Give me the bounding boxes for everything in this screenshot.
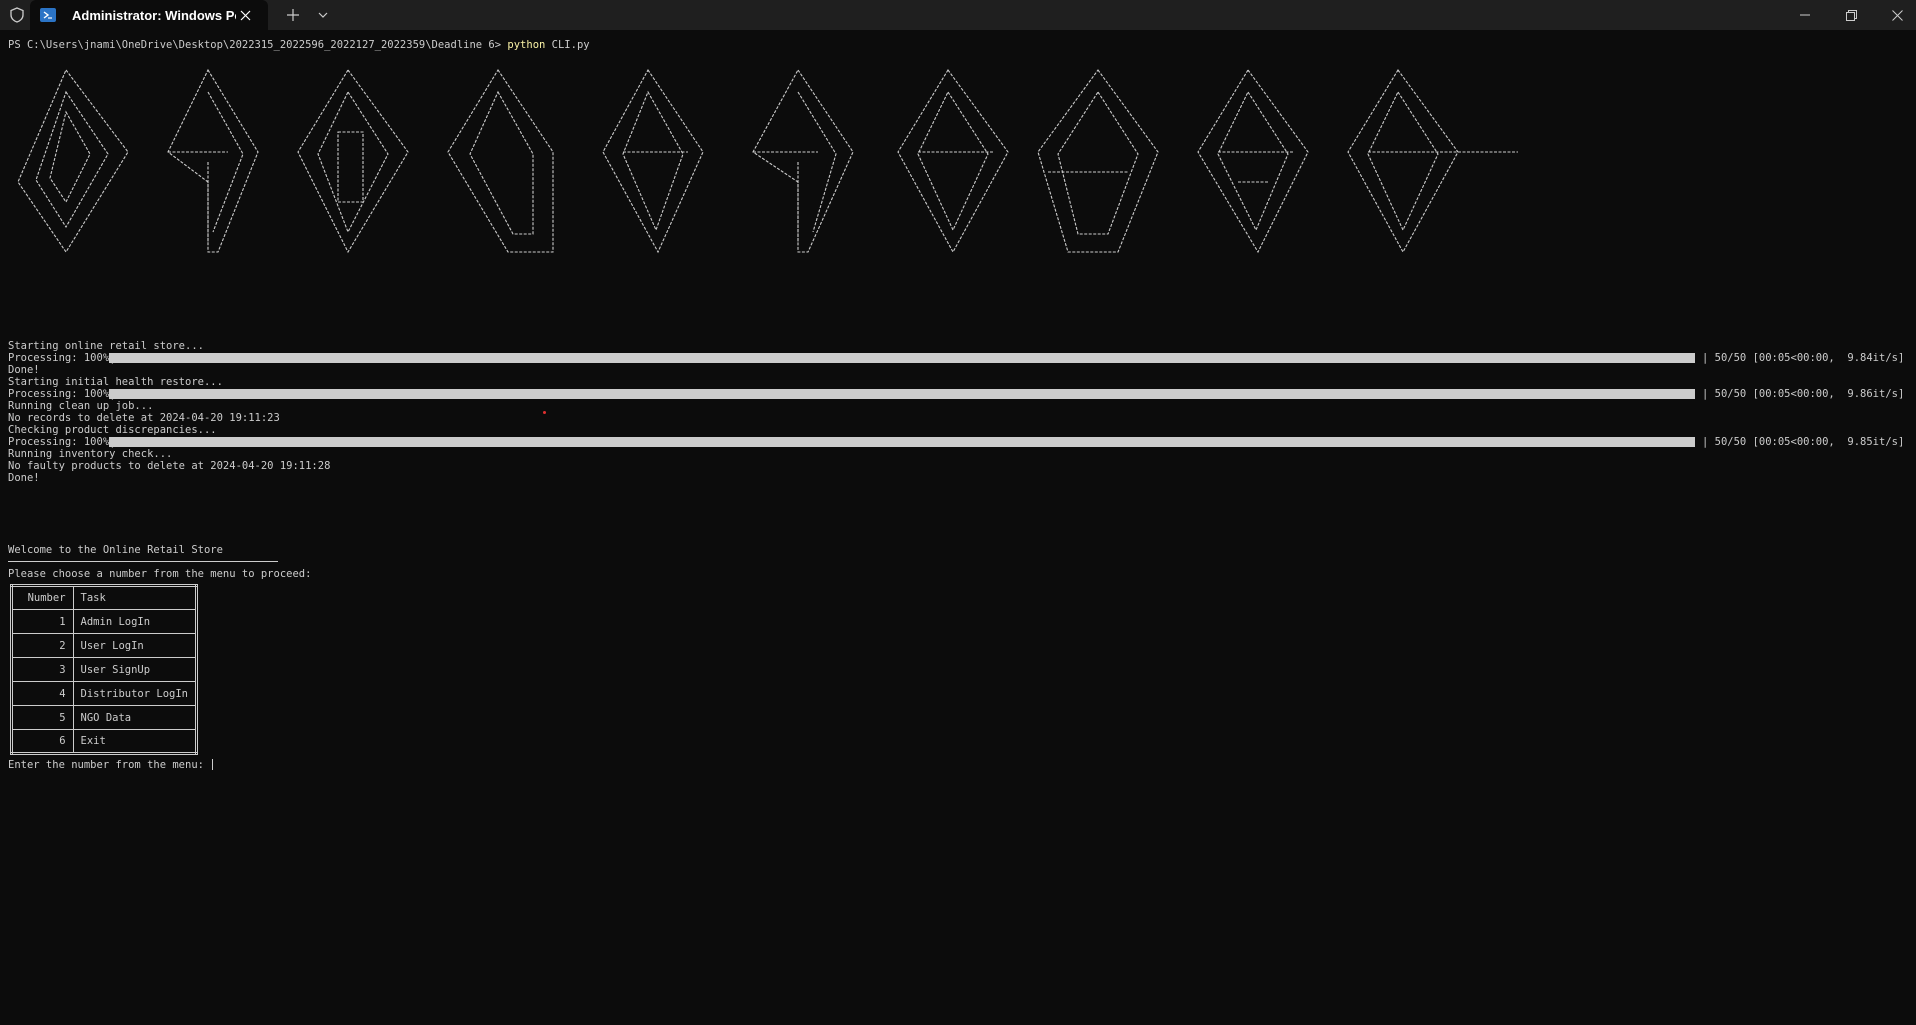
log-line: Starting initial health restore... bbox=[8, 376, 223, 388]
progress-stats: | 50/50 [00:05<00:00, 9.84it/s] bbox=[1702, 352, 1905, 364]
menu-number: 5 bbox=[11, 705, 74, 730]
separator-line bbox=[8, 561, 278, 562]
progress-bar: Processing: 100%| | 50/50 [00:05<00:00, … bbox=[8, 436, 1908, 448]
menu-table: Number Task 1 Admin LogIn 2 User LogIn 3… bbox=[10, 584, 198, 755]
log-line: Starting online retail store... bbox=[8, 340, 204, 352]
menu-number: 3 bbox=[11, 657, 74, 682]
close-window-button[interactable] bbox=[1874, 0, 1916, 30]
progress-fill bbox=[110, 437, 1694, 447]
restore-icon bbox=[1845, 9, 1857, 21]
instruction-text: Please choose a number from the menu to … bbox=[8, 568, 312, 580]
menu-task: Admin LogIn bbox=[72, 609, 198, 634]
log-line: Running inventory check... bbox=[8, 448, 173, 460]
menu-number: 6 bbox=[11, 729, 74, 754]
powershell-icon bbox=[40, 8, 56, 22]
log-line: No faulty products to delete at 2024-04-… bbox=[8, 460, 331, 472]
table-row: 6 Exit bbox=[11, 729, 198, 754]
welcome-text: Welcome to the Online Retail Store bbox=[8, 544, 223, 556]
progress-fill bbox=[110, 353, 1694, 363]
tab-dropdown-button[interactable] bbox=[314, 6, 332, 24]
progress-label: Processing: 100%| bbox=[8, 352, 116, 364]
command-arg: CLI.py bbox=[545, 39, 590, 51]
prompt-text: PS C:\Users\jnami\OneDrive\Desktop\20223… bbox=[8, 39, 508, 51]
menu-number: 4 bbox=[11, 681, 74, 706]
tab-powershell[interactable]: Administrator: Windows PowerShell bbox=[30, 0, 268, 30]
table-header-row: Number Task bbox=[11, 585, 198, 610]
progress-bar: Processing: 100%| | 50/50 [00:05<00:00, … bbox=[8, 388, 1908, 400]
title-bar: Administrator: Windows PowerShell bbox=[0, 0, 1916, 30]
menu-task: Distributor LogIn bbox=[72, 681, 198, 706]
progress-fill bbox=[110, 389, 1694, 399]
progress-track bbox=[109, 389, 1695, 399]
shield-icon bbox=[0, 0, 34, 30]
tab-title: Administrator: Windows PowerShell bbox=[72, 7, 236, 23]
log-line: Checking product discrepancies... bbox=[8, 424, 217, 436]
menu-task: User LogIn bbox=[72, 633, 198, 658]
column-header-number: Number bbox=[11, 585, 74, 610]
table-row: 1 Admin LogIn bbox=[11, 609, 198, 634]
progress-label: Processing: 100%| bbox=[8, 436, 116, 448]
table-row: 3 User SignUp bbox=[11, 657, 198, 682]
table-row: 2 User LogIn bbox=[11, 633, 198, 658]
plus-icon bbox=[287, 9, 299, 21]
close-icon bbox=[1891, 9, 1903, 21]
minimize-icon bbox=[1800, 14, 1810, 16]
chevron-down-icon bbox=[318, 12, 328, 18]
command-text: python bbox=[507, 39, 546, 51]
column-header-task: Task bbox=[72, 585, 198, 610]
progress-track bbox=[109, 353, 1695, 363]
red-marker-dot bbox=[543, 411, 546, 414]
progress-track bbox=[109, 437, 1695, 447]
menu-task: Exit bbox=[72, 729, 198, 754]
log-line: Done! bbox=[8, 364, 40, 376]
table-row: 4 Distributor LogIn bbox=[11, 681, 198, 706]
progress-stats: | 50/50 [00:05<00:00, 9.85it/s] bbox=[1702, 436, 1905, 448]
command-line: PS C:\Users\jnami\OneDrive\Desktop\20223… bbox=[8, 39, 590, 51]
minimize-button[interactable] bbox=[1782, 0, 1828, 30]
input-line[interactable]: Enter the number from the menu: bbox=[8, 759, 214, 771]
ascii-banner bbox=[17, 68, 1518, 254]
log-line: Done! bbox=[8, 472, 40, 484]
input-prompt: Enter the number from the menu: bbox=[8, 759, 211, 771]
progress-bar: Processing: 100%| | 50/50 [00:05<00:00, … bbox=[8, 352, 1908, 364]
menu-number: 1 bbox=[11, 609, 74, 634]
table-row: 5 NGO Data bbox=[11, 705, 198, 730]
menu-task: NGO Data bbox=[72, 705, 198, 730]
log-line: No records to delete at 2024-04-20 19:11… bbox=[8, 412, 280, 424]
log-line: Running clean up job... bbox=[8, 400, 154, 412]
text-cursor bbox=[212, 759, 214, 770]
new-tab-button[interactable] bbox=[284, 6, 302, 24]
menu-number: 2 bbox=[11, 633, 74, 658]
progress-label: Processing: 100%| bbox=[8, 388, 116, 400]
close-icon[interactable] bbox=[236, 6, 254, 24]
menu-task: User SignUp bbox=[72, 657, 198, 682]
progress-stats: | 50/50 [00:05<00:00, 9.86it/s] bbox=[1702, 388, 1905, 400]
restore-button[interactable] bbox=[1828, 0, 1874, 30]
